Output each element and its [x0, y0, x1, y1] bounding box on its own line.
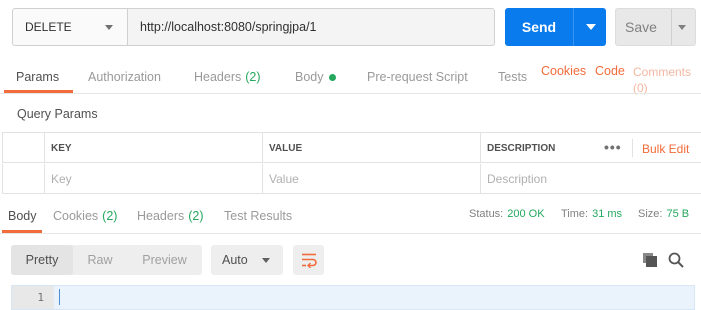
response-tabs-divider	[0, 233, 701, 234]
query-params-title: Query Params	[17, 107, 98, 121]
query-params-table: KEY VALUE DESCRIPTION ••• Bulk Edit Key …	[2, 132, 701, 194]
search-icon	[668, 252, 684, 268]
time-label: Time:	[561, 208, 589, 220]
wrap-lines-button[interactable]	[293, 245, 324, 275]
raw-button[interactable]: Raw	[73, 245, 127, 275]
tab-pre-request-script-label: Pre-request Script	[367, 70, 468, 84]
tab-body-label: Body	[295, 70, 324, 84]
cookies-link-label: Cookies	[541, 64, 587, 78]
tab-params-label: Params	[16, 70, 60, 84]
tab-tests-label: Tests	[498, 70, 528, 84]
size-info: Size: 75 B	[638, 208, 689, 220]
key-input[interactable]: Key	[44, 164, 262, 194]
response-body-editor[interactable]: 1	[11, 285, 695, 310]
send-button-label: Send	[521, 19, 557, 35]
bulk-edit-link[interactable]: Bulk Edit	[642, 142, 689, 156]
tab-headers-count: (2)	[245, 70, 261, 84]
response-tab-headers-count: (2)	[188, 209, 204, 223]
url-value: http://localhost:8080/springjpa/1	[140, 20, 317, 34]
time-info: Time: 31 ms	[561, 208, 622, 220]
status-value: 200 OK	[507, 208, 545, 220]
response-tab-headers-label: Headers	[137, 209, 185, 223]
line-number: 1	[37, 291, 44, 304]
more-options-icon[interactable]: •••	[604, 140, 622, 154]
tab-pre-request-script[interactable]: Pre-request Script	[367, 60, 468, 94]
save-button-divider	[671, 9, 672, 45]
send-button-divider	[573, 8, 574, 46]
line-number-gutter: 1	[12, 286, 54, 309]
method-select[interactable]: DELETE	[12, 8, 128, 46]
size-label: Size:	[638, 208, 663, 220]
tab-params[interactable]: Params	[16, 60, 59, 94]
comments-link-label: Comments	[633, 65, 692, 79]
format-select[interactable]: Auto	[211, 245, 283, 275]
code-link[interactable]: Code	[595, 54, 625, 88]
chevron-down-icon	[105, 25, 113, 30]
cookies-link[interactable]: Cookies	[541, 54, 586, 88]
format-value: Auto	[222, 253, 248, 267]
value-input[interactable]: Value	[262, 164, 480, 194]
tab-tests[interactable]: Tests	[498, 60, 527, 94]
tabs-divider	[0, 93, 701, 94]
save-button-label: Save	[625, 19, 657, 35]
response-tab-test-results[interactable]: Test Results	[224, 200, 292, 232]
bulk-edit-divider	[632, 139, 633, 157]
row-checkbox-cell	[2, 164, 44, 194]
tab-headers-label: Headers	[194, 70, 242, 84]
response-tab-headers[interactable]: Headers (2)	[137, 200, 204, 232]
status-label: Status:	[469, 208, 504, 220]
response-tab-cookies[interactable]: Cookies (2)	[53, 200, 117, 232]
time-value: 31 ms	[592, 208, 623, 220]
tab-authorization[interactable]: Authorization	[88, 60, 161, 94]
table-header-row: KEY VALUE DESCRIPTION ••• Bulk Edit	[2, 133, 701, 163]
url-input[interactable]: http://localhost:8080/springjpa/1	[127, 8, 495, 46]
copy-icon	[643, 253, 657, 267]
tab-authorization-label: Authorization	[88, 70, 161, 84]
tab-body[interactable]: Body	[295, 60, 336, 94]
view-mode-group: Pretty Raw Preview	[11, 245, 202, 275]
copy-button[interactable]	[641, 251, 659, 269]
status-info: Status: 200 OK	[469, 208, 545, 220]
request-tabs: Params Authorization Headers (2) Body Pr…	[0, 60, 701, 96]
table-row: Key Value Description	[2, 164, 701, 194]
method-value: DELETE	[25, 20, 72, 34]
response-tab-cookies-count: (2)	[102, 209, 118, 223]
response-tab-body[interactable]: Body	[8, 200, 37, 232]
code-link-label: Code	[595, 64, 625, 78]
size-value: 75 B	[666, 208, 690, 220]
wrap-lines-icon	[301, 253, 317, 268]
body-indicator-dot-icon	[328, 73, 336, 81]
preview-button[interactable]: Preview	[127, 245, 202, 275]
pretty-button[interactable]: Pretty	[11, 245, 73, 275]
checkbox-column-header	[2, 133, 44, 163]
search-button[interactable]	[667, 251, 685, 269]
chevron-down-icon	[262, 258, 270, 263]
response-tab-test-results-label: Test Results	[224, 209, 293, 223]
description-input[interactable]: Description	[480, 164, 701, 194]
send-options-chevron-icon[interactable]	[586, 24, 596, 30]
tab-headers[interactable]: Headers (2)	[194, 60, 261, 94]
column-header-value: VALUE	[262, 133, 480, 163]
comments-link[interactable]: Comments (0)	[633, 64, 701, 96]
request-bar: DELETE http://localhost:8080/springjpa/1…	[0, 0, 701, 56]
text-cursor	[59, 289, 60, 305]
column-header-key: KEY	[44, 133, 262, 163]
response-tab-cookies-label: Cookies	[53, 209, 99, 223]
send-button[interactable]: Send	[505, 8, 606, 46]
save-button[interactable]: Save	[615, 8, 696, 46]
response-tab-body-label: Body	[8, 209, 37, 223]
save-options-chevron-icon[interactable]	[678, 25, 686, 30]
